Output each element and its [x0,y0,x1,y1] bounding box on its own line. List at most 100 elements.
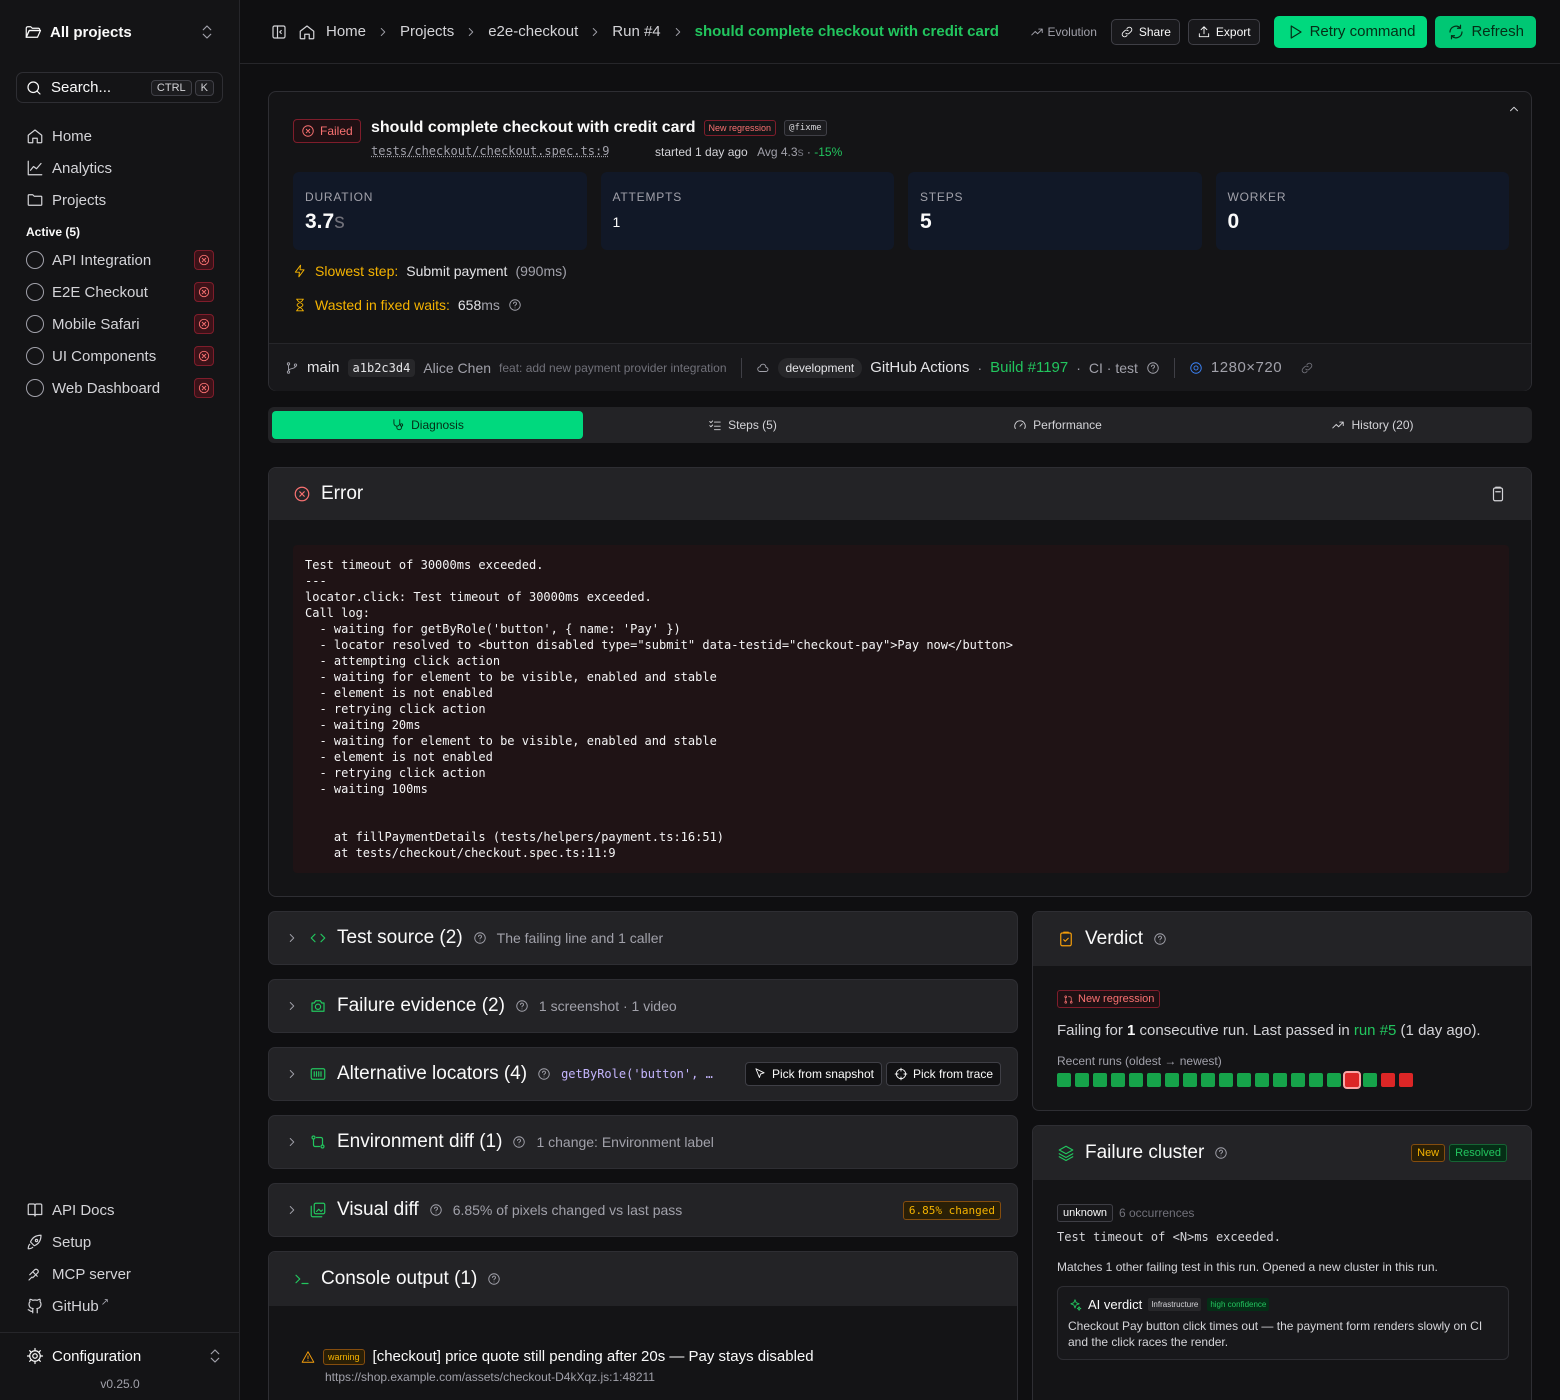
ai-verdict-label: AI verdict [1088,1297,1143,1312]
run-status-pass[interactable] [1291,1073,1305,1087]
commit-hash[interactable]: a1b2c3d4 [347,358,416,377]
breadcrumb-run[interactable]: Run #4 [612,23,660,40]
failure-evidence-panel[interactable]: Failure evidence (2) 1 screenshot · 1 vi… [268,979,1018,1033]
git-branch-icon [286,361,298,374]
run-status-pass[interactable] [1111,1073,1125,1087]
nav-home[interactable]: Home [16,120,224,152]
run-status-pass[interactable] [1129,1073,1143,1087]
project-item-api-integration[interactable]: API Integration [16,244,224,276]
sparkles-icon [1070,1298,1082,1311]
configuration-menu[interactable]: Configuration [0,1333,240,1379]
visual-diff-panel[interactable]: Visual diff 6.85% of pixels changed vs l… [268,1183,1018,1237]
export-button[interactable]: Export [1187,18,1260,45]
tab-steps[interactable]: Steps (5) [587,411,898,439]
run-status-pass[interactable] [1075,1073,1089,1087]
hourglass-icon [296,298,304,312]
breadcrumb-home[interactable]: Home [326,23,366,40]
stat-value: 0 [1227,210,1240,233]
sidebar-footer: Configuration v0.25.0 [0,1332,240,1391]
pick-from-trace-button[interactable]: Pick from trace [885,1062,1001,1086]
help-icon[interactable] [537,1067,551,1081]
alternative-locators-panel[interactable]: Alternative locators (4) getByRole('butt… [268,1047,1018,1101]
console-source-url[interactable]: https://shop.example.com/assets/checkout… [325,1370,655,1384]
project-item-mobile-safari[interactable]: Mobile Safari [16,308,224,340]
breadcrumb-projects[interactable]: Projects [400,23,454,40]
error-log: Test timeout of 30000ms exceeded. --- lo… [293,545,1509,873]
tab-performance[interactable]: Performance [902,411,1213,439]
retry-command-button[interactable]: Retry command [1273,15,1428,48]
clipboard-copy-icon[interactable] [1489,485,1507,503]
run-status-pass[interactable] [1309,1073,1323,1087]
run-status-pass[interactable] [1363,1073,1377,1087]
cluster-signature: Test timeout of <N>ms exceeded. [1057,1230,1281,1244]
active-section-heading: Active (5) [26,225,81,239]
run-status-pass[interactable] [1273,1073,1287,1087]
help-icon[interactable] [1146,361,1160,375]
x-circle-icon [302,125,314,137]
run-status-pass[interactable] [1165,1073,1179,1087]
run-status-pass[interactable] [1255,1073,1269,1087]
test-source-panel[interactable]: Test source (2) The failing line and 1 c… [268,911,1018,965]
search-input[interactable]: Search... CTRL K [16,72,223,103]
project-switcher[interactable]: All projects [16,14,224,50]
nav-setup[interactable]: Setup [16,1226,224,1258]
nav-github[interactable]: GitHub ↗ [16,1290,224,1322]
avg-separator: · [803,145,815,159]
tab-label: Steps (5) [728,418,777,432]
run-status-fail[interactable] [1399,1073,1413,1087]
cluster-resolved-badge[interactable]: Resolved [1449,1144,1507,1162]
test-title-row: should complete checkout with credit car… [371,119,827,137]
help-icon[interactable] [515,999,529,1013]
refresh-button[interactable]: Refresh [1435,15,1536,48]
evolution-link[interactable]: Evolution [1030,25,1097,39]
project-item-web-dashboard[interactable]: Web Dashboard [16,372,224,404]
project-item-e2e-checkout[interactable]: E2E Checkout [16,276,224,308]
rocket-icon [27,1234,42,1250]
slowest-step-duration: (990ms) [515,263,567,279]
tab-history[interactable]: History (20) [1217,411,1528,439]
failed-x-icon [194,314,214,334]
tab-label: Diagnosis [411,418,464,432]
console-header[interactable]: Console output (1) [269,1252,1017,1306]
run-status-pass[interactable] [1327,1073,1341,1087]
run-status-fail[interactable] [1381,1073,1395,1087]
help-icon[interactable] [429,1203,443,1217]
help-icon[interactable] [1153,932,1167,946]
link-icon[interactable] [1300,361,1314,375]
run-status-pass[interactable] [1147,1073,1161,1087]
verdict-header: Verdict [1033,912,1531,966]
chart-line-icon [27,160,43,176]
run-status-pass[interactable] [1057,1073,1071,1087]
test-file-link[interactable]: tests/checkout/checkout.spec.ts:9 [371,144,609,158]
nav-projects[interactable]: Projects [16,184,224,216]
breadcrumb-project[interactable]: e2e-checkout [488,23,578,40]
help-icon[interactable] [512,1135,526,1149]
run-status-pass[interactable] [1183,1073,1197,1087]
help-icon[interactable] [1214,1146,1228,1160]
tab-diagnosis[interactable]: Diagnosis [272,411,583,439]
help-icon[interactable] [508,298,522,312]
help-icon[interactable] [487,1272,501,1286]
server-icon [28,1268,39,1281]
pick-from-snapshot-button[interactable]: Pick from snapshot [744,1062,882,1086]
last-passed-run-link[interactable]: run #5 [1354,1022,1397,1039]
dot-separator: · [1076,359,1081,376]
external-link-icon: ↗ [100,1296,110,1308]
share-button[interactable]: Share [1110,18,1180,45]
nav-mcp-server[interactable]: MCP server [16,1258,224,1290]
build-link[interactable]: Build #1197 [990,359,1068,376]
project-item-ui-components[interactable]: UI Components [16,340,224,372]
run-status-pass[interactable] [1201,1073,1215,1087]
run-status-pass[interactable] [1237,1073,1251,1087]
run-status-pass[interactable] [1219,1073,1233,1087]
help-icon[interactable] [473,931,487,945]
nav-api-docs[interactable]: API Docs [16,1194,224,1226]
run-status-pass[interactable] [1093,1073,1107,1087]
environment-diff-panel[interactable]: Environment diff (1) 1 change: Environme… [268,1115,1018,1169]
wasted-waits-insight: Wasted in fixed waits: 658ms [293,297,522,313]
test-summary-card: Failed should complete checkout with cre… [268,91,1532,391]
chevron-up-icon[interactable] [1507,102,1521,116]
sidebar-toggle-icon[interactable] [270,23,288,41]
run-status-fail[interactable] [1343,1071,1361,1089]
nav-analytics[interactable]: Analytics [16,152,224,184]
